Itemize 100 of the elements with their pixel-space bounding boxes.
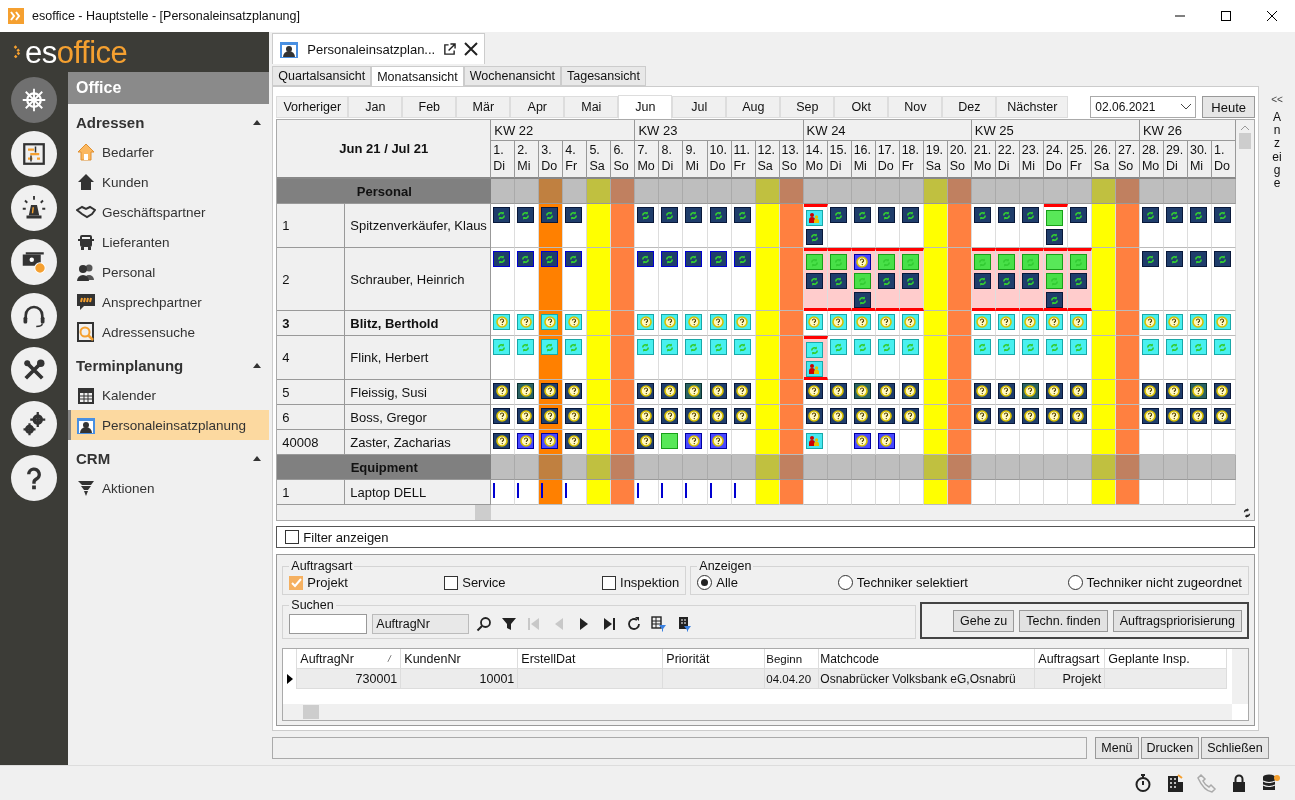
table-cell: 730001: [297, 669, 402, 689]
day-header: 24. Do: [1043, 141, 1068, 179]
previous-button[interactable]: Vorheriger: [276, 96, 349, 118]
nav-item[interactable]: Adressensuche: [68, 317, 270, 347]
footer-button[interactable]: Schließen: [1201, 736, 1269, 759]
view-tab[interactable]: Monatsansicht: [371, 66, 464, 87]
row-number: 1: [277, 480, 346, 505]
month-tab[interactable]: Jun: [618, 95, 673, 119]
day-header: 6. So: [611, 141, 636, 179]
week-header: KW 22: [491, 120, 636, 141]
day-header: 27. So: [1115, 141, 1140, 179]
document-tab[interactable]: Personaleinsatzplan...: [272, 33, 486, 64]
day-header: 10. Do: [707, 141, 732, 179]
month-tab[interactable]: Dez: [942, 96, 997, 118]
table-cell: Osnabrücker Volksbank eG,Osnabrü: [819, 669, 1036, 689]
nav-item[interactable]: Aktionen: [68, 473, 270, 503]
table-cell: 04.04.20: [765, 669, 820, 689]
section-title[interactable]: CRM: [76, 450, 111, 467]
day-header: 2. Mi: [515, 141, 540, 179]
view-tab[interactable]: Quartalsansicht: [272, 66, 372, 86]
group-header: Personal: [277, 179, 492, 204]
day-header: 1. Di: [491, 141, 516, 179]
month-tab[interactable]: Mär: [456, 96, 511, 118]
day-header: 9. Mi: [683, 141, 708, 179]
group-title: Auftragsart: [290, 559, 354, 573]
group-header: Equipment: [277, 455, 492, 480]
radio-label: Alle: [716, 575, 738, 590]
table-cell: Projekt: [1035, 669, 1106, 689]
day-header: 5. Sa: [587, 141, 612, 179]
nav-item[interactable]: Lieferanten: [68, 227, 270, 257]
footer-button[interactable]: Menü: [1095, 736, 1139, 759]
section-title[interactable]: Adressen: [76, 114, 145, 131]
view-tab[interactable]: Wochenansicht: [463, 66, 561, 86]
nav-item[interactable]: Geschäftspartner: [68, 197, 270, 227]
nav-item[interactable]: Personal: [68, 257, 270, 287]
row-number: 3: [277, 311, 346, 336]
nav-item[interactable]: Personaleinsatzplanung: [68, 410, 270, 440]
month-tab[interactable]: Sep: [780, 96, 835, 118]
month-tab[interactable]: Jan: [348, 96, 403, 118]
month-tab[interactable]: Jul: [672, 96, 727, 118]
row-number: 1: [277, 204, 346, 248]
day-header: 29. Di: [1163, 141, 1188, 179]
group-title: Anzeigen: [698, 559, 753, 573]
footer-button[interactable]: Drucken: [1140, 736, 1200, 759]
month-tab[interactable]: Mai: [564, 96, 619, 118]
day-header: 4. Fr: [563, 141, 588, 179]
resource-name: Boss, Gregor: [345, 405, 492, 430]
resource-name: Zaster, Zacharias: [345, 430, 492, 455]
day-header: 7. Mo: [635, 141, 660, 179]
resource-name: Schrauber, Heinrich: [345, 248, 492, 311]
side-panel-tab[interactable]: Anzeige: [1271, 111, 1283, 191]
today-button[interactable]: Heute: [1202, 96, 1255, 118]
day-header: 1. Do: [1211, 141, 1236, 179]
month-tab[interactable]: Okt: [834, 96, 889, 118]
row-number: 2: [277, 248, 346, 311]
date-field[interactable]: 02.06.2021: [1090, 96, 1197, 118]
day-header: 30. Mi: [1187, 141, 1212, 179]
day-header: 21. Mo: [971, 141, 996, 179]
day-header: 26. Sa: [1091, 141, 1116, 179]
section-title[interactable]: Terminplanung: [76, 357, 184, 374]
table-cell: 10001: [401, 669, 519, 689]
month-tab[interactable]: Aug: [726, 96, 781, 118]
resource-name: Laptop DELL: [345, 480, 492, 505]
month-tab[interactable]: Apr: [510, 96, 565, 118]
action-button[interactable]: Gehe zu: [953, 609, 1015, 632]
week-header: KW 25: [971, 120, 1140, 141]
next-button[interactable]: Nächster: [996, 96, 1069, 118]
checkbox-label: Service: [462, 575, 506, 590]
day-header: 17. Do: [875, 141, 900, 179]
month-tab[interactable]: Feb: [402, 96, 457, 118]
row-number: 40008: [277, 430, 346, 455]
day-header: 23. Mi: [1019, 141, 1044, 179]
day-header: 25. Fr: [1067, 141, 1092, 179]
action-button[interactable]: Auftragspriorisierung: [1112, 609, 1242, 632]
month-tab[interactable]: Nov: [888, 96, 943, 118]
nav-title: Office: [68, 72, 270, 104]
resource-name: Fleissig, Susi: [345, 380, 492, 405]
resource-name: Blitz, Berthold: [345, 311, 492, 336]
group-title: Suchen: [290, 598, 335, 612]
day-header: 13. So: [779, 141, 804, 179]
day-header: 20. So: [947, 141, 972, 179]
nav-item[interactable]: Kalender: [68, 380, 270, 410]
view-tab[interactable]: Tagesansicht: [561, 66, 646, 86]
action-button[interactable]: Techn. finden: [1019, 609, 1108, 632]
search-column-field[interactable]: AuftragNr: [372, 614, 470, 634]
collapse-button[interactable]: <<: [1271, 94, 1283, 105]
checkbox-label: Projekt: [307, 575, 348, 590]
checkbox-label: Inspektion: [620, 575, 680, 590]
nav-item[interactable]: Bedarfer: [68, 137, 270, 167]
day-header: 16. Mi: [851, 141, 876, 179]
day-header: 8. Di: [659, 141, 684, 179]
nav-item[interactable]: Ansprechpartner: [68, 287, 270, 317]
day-header: 28. Mo: [1139, 141, 1164, 179]
week-header: KW 24: [803, 120, 972, 141]
nav-item[interactable]: Kunden: [68, 167, 270, 197]
day-header: 22. Di: [995, 141, 1020, 179]
resource-name: Flink, Herbert: [345, 336, 492, 380]
tab-label: Personaleinsatzplan...: [307, 41, 436, 57]
day-header: 12. Sa: [755, 141, 780, 179]
logo: esoffice: [25, 36, 128, 68]
